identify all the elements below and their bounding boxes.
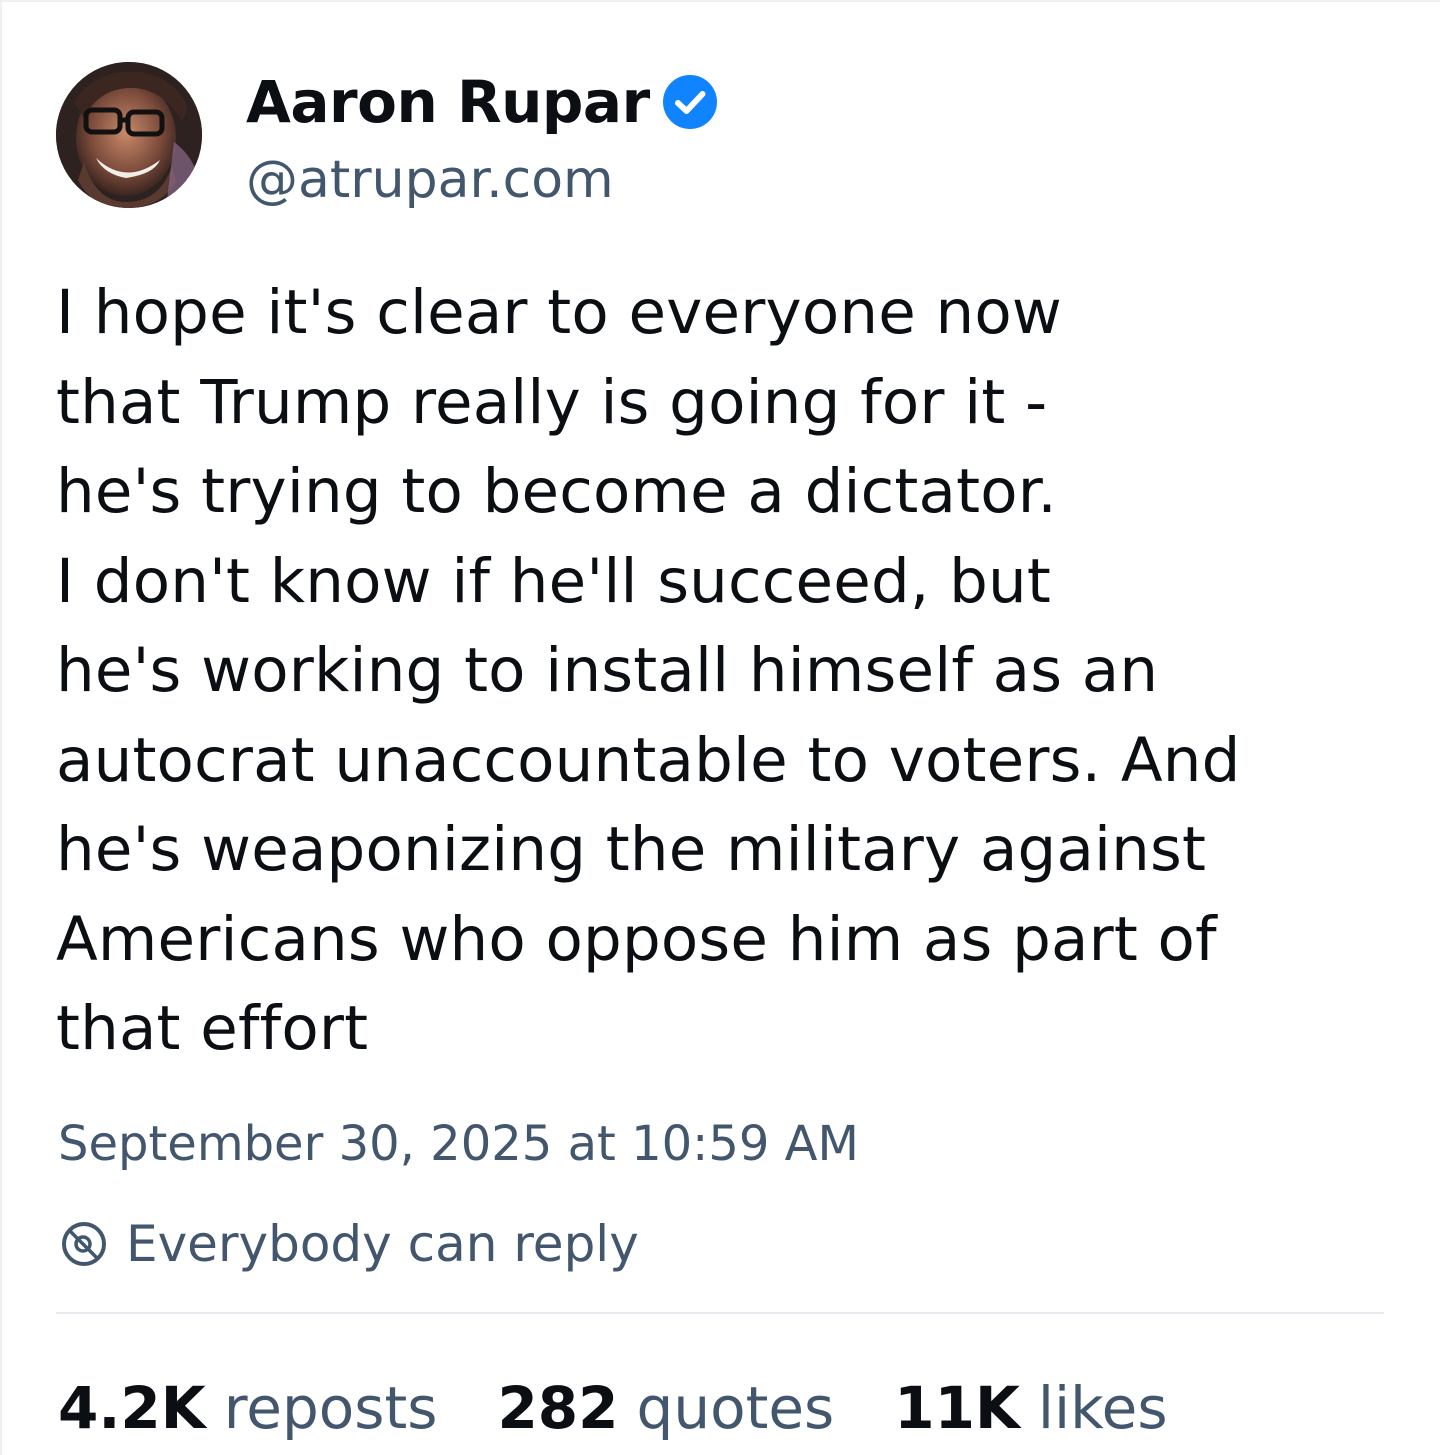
quotes-label: quotes <box>636 1374 835 1442</box>
likes-count: 11K <box>894 1374 1020 1442</box>
author-handle[interactable]: @atrupar.com <box>246 150 614 210</box>
likes-label: likes <box>1037 1374 1168 1442</box>
reply-settings-label: Everybody can reply <box>126 1215 639 1273</box>
stats-divider <box>56 1312 1384 1314</box>
likes-stat[interactable]: 11K likes <box>894 1374 1167 1442</box>
reposts-stat[interactable]: 4.2K reposts <box>58 1374 437 1442</box>
quotes-stat[interactable]: 282 quotes <box>497 1374 834 1442</box>
reposts-count: 4.2K <box>58 1374 206 1442</box>
verified-badge-icon <box>662 74 718 130</box>
user-avatar-image <box>56 62 202 208</box>
reply-settings: Everybody can reply <box>60 1212 639 1276</box>
quotes-count: 282 <box>497 1374 619 1442</box>
reposts-label: reposts <box>223 1374 438 1442</box>
post-timestamp[interactable]: September 30, 2025 at 10:59 AM <box>58 1116 859 1172</box>
author-avatar[interactable] <box>56 62 202 208</box>
reply-settings-icon <box>60 1220 108 1268</box>
engagement-stats: 4.2K reposts 282 quotes 11K likes <box>58 1370 1168 1446</box>
author-name-row[interactable]: Aaron Rupar <box>246 66 718 138</box>
post-text: I hope it's clear to everyone now that T… <box>56 277 1241 1064</box>
author-display-name[interactable]: Aaron Rupar <box>246 68 650 136</box>
